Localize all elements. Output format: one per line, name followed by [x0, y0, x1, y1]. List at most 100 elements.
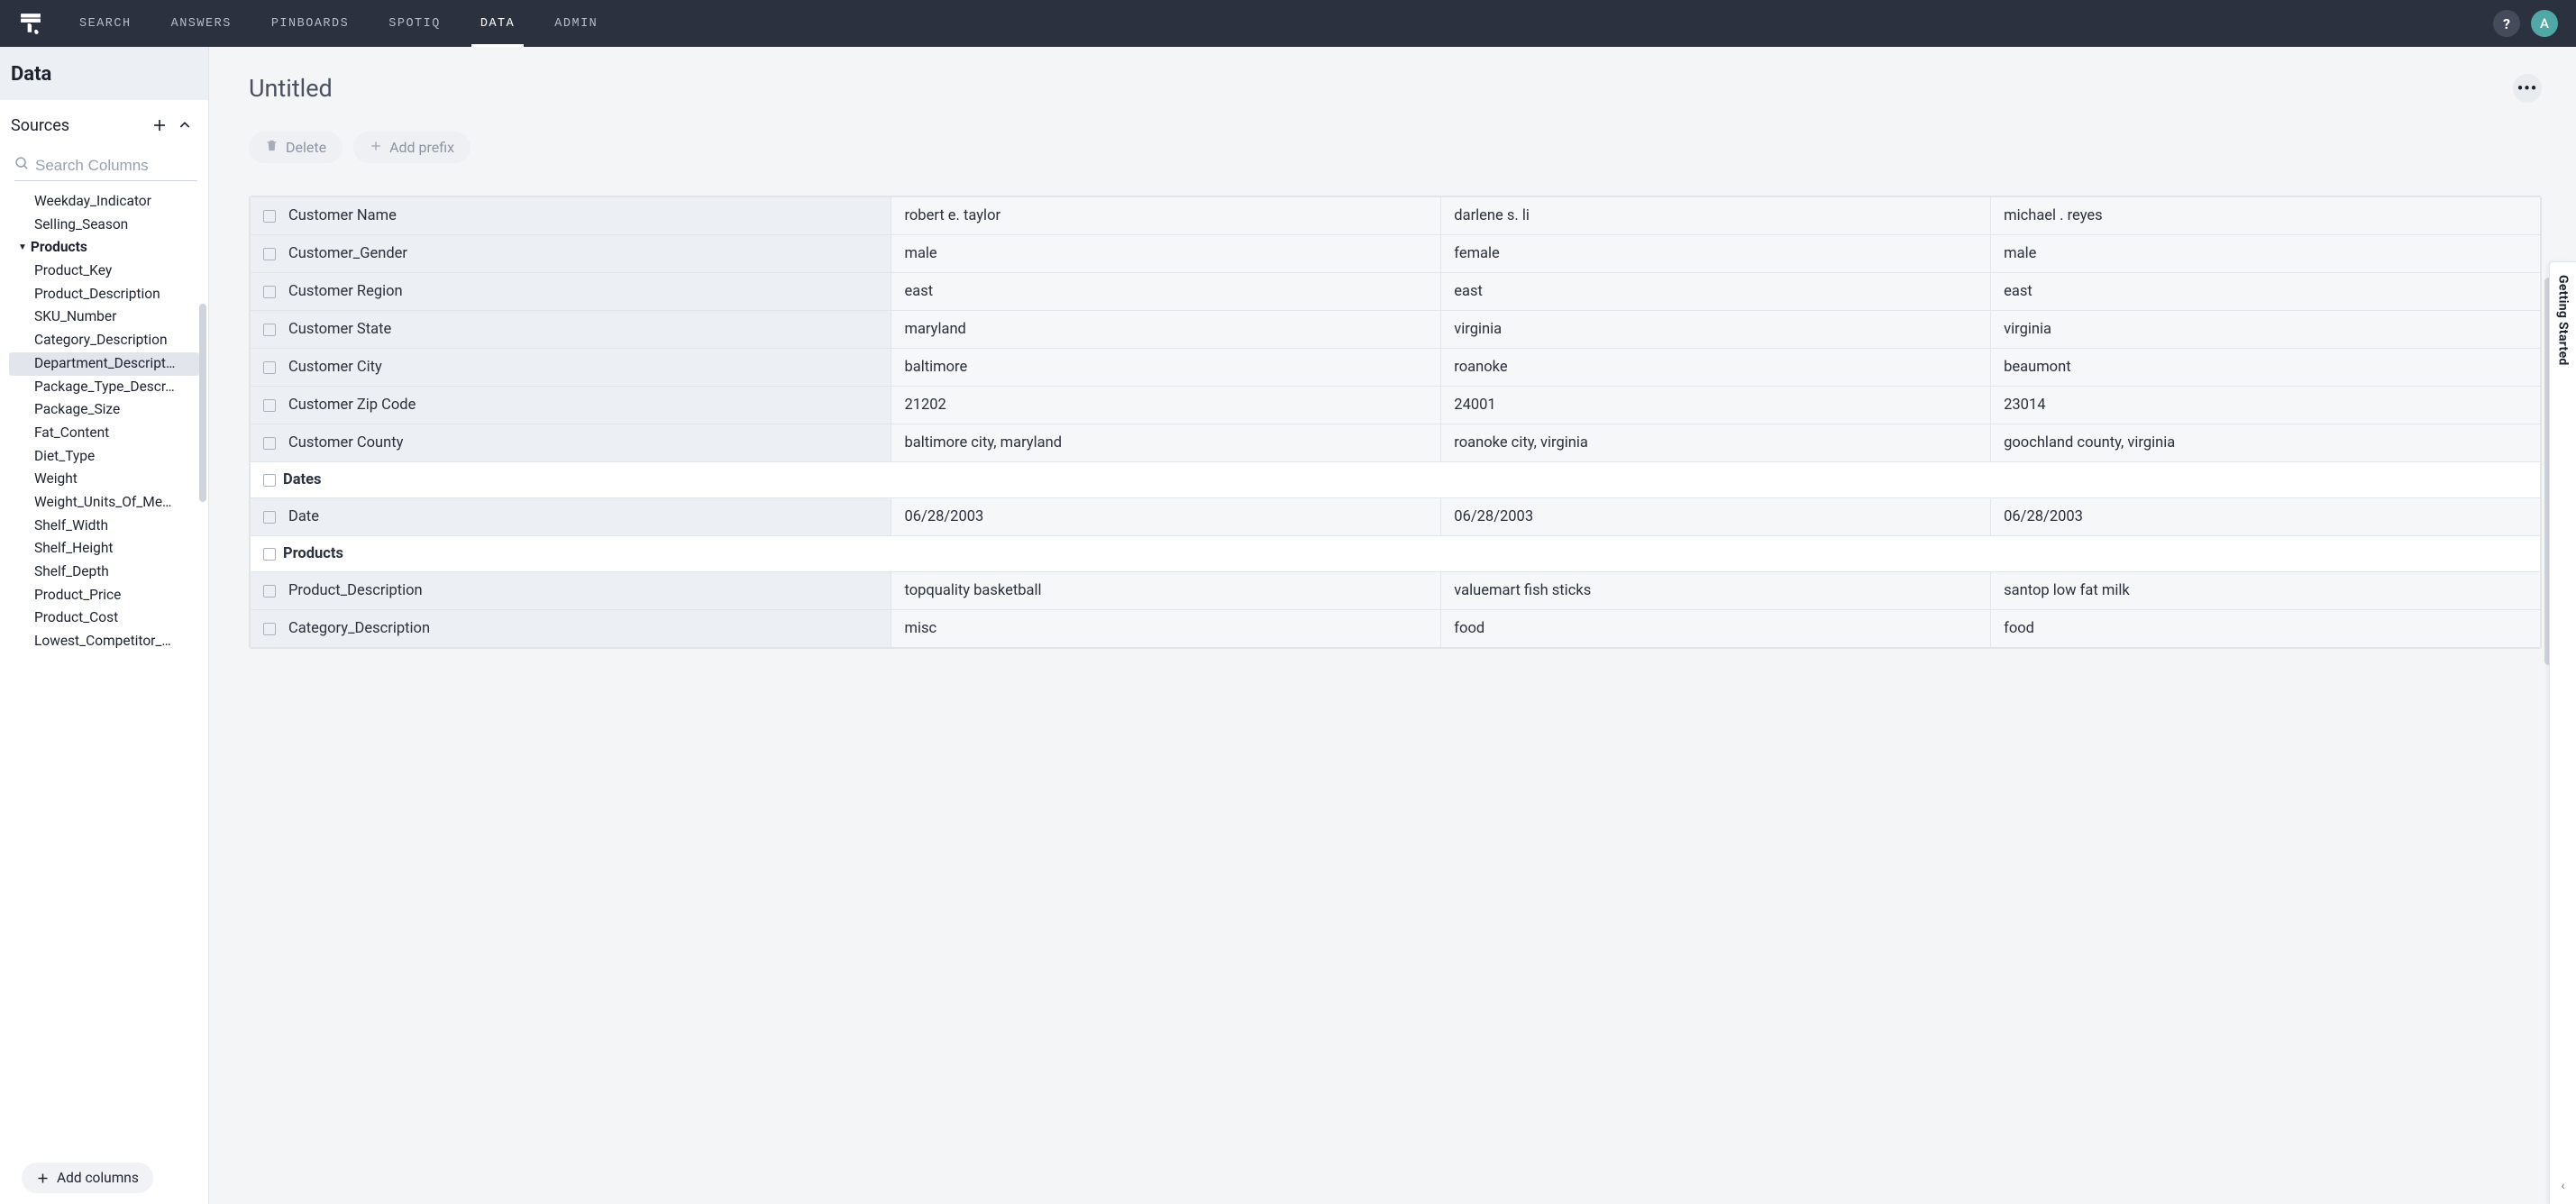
data-cell: michael . reyes — [1991, 197, 2541, 235]
checkbox[interactable] — [263, 286, 276, 298]
checkbox[interactable] — [263, 474, 276, 487]
tree-item[interactable]: Shelf_Height — [0, 537, 208, 561]
tree-item[interactable]: SKU_Number — [0, 306, 208, 329]
add-prefix-button[interactable]: Add prefix — [353, 132, 470, 163]
search-icon — [14, 156, 30, 175]
nav-item-data[interactable]: DATA — [480, 0, 515, 47]
caret-down-icon: ▼ — [18, 242, 27, 254]
collapse-sources-button[interactable] — [172, 113, 197, 138]
data-cell: east — [1991, 273, 2541, 311]
data-cell: valuemart fish sticks — [1441, 572, 1991, 610]
tree-item[interactable]: Package_Size — [0, 398, 208, 422]
tree-item[interactable]: Selling_Season — [0, 214, 208, 237]
data-cell: virginia — [1441, 311, 1991, 349]
nav-item-answers[interactable]: ANSWERS — [171, 0, 232, 47]
row-label-cell[interactable]: Customer_Gender — [251, 235, 891, 273]
table-row: Customer Countybaltimore city, marylandr… — [251, 424, 2541, 462]
more-options-button[interactable]: ••• — [2513, 74, 2542, 103]
tree-item[interactable]: Weight — [0, 468, 208, 491]
add-source-button[interactable] — [147, 113, 172, 138]
add-prefix-label: Add prefix — [389, 139, 454, 156]
page-title[interactable]: Untitled — [249, 74, 2513, 103]
data-cell: female — [1441, 235, 1991, 273]
row-label-cell[interactable]: Product_Description — [251, 572, 891, 610]
tree-group-products[interactable]: ▼Products — [0, 236, 208, 260]
row-label-cell[interactable]: Customer State — [251, 311, 891, 349]
nav-item-search[interactable]: SEARCH — [79, 0, 132, 47]
row-label-cell[interactable]: Category_Description — [251, 610, 891, 648]
data-cell: 06/28/2003 — [1991, 498, 2541, 536]
data-cell: 23014 — [1991, 387, 2541, 424]
sidebar-scrollbar[interactable] — [199, 304, 206, 502]
tree-item[interactable]: Shelf_Depth — [0, 561, 208, 584]
help-button[interactable]: ? — [2493, 10, 2520, 37]
checkbox[interactable] — [263, 548, 276, 561]
trash-icon — [265, 139, 279, 156]
delete-label: Delete — [286, 139, 326, 156]
row-label-cell[interactable]: Customer Name — [251, 197, 891, 235]
checkbox[interactable] — [263, 623, 276, 635]
getting-started-label: Getting Started — [2556, 275, 2571, 366]
chevron-left-icon: ‹ — [2561, 1179, 2564, 1193]
data-cell: male — [891, 235, 1441, 273]
checkbox[interactable] — [263, 511, 276, 524]
checkbox[interactable] — [263, 399, 276, 412]
tree-item[interactable]: Product_Description — [0, 283, 208, 306]
add-columns-button[interactable]: Add columns — [22, 1163, 153, 1193]
checkbox[interactable] — [263, 210, 276, 223]
nav-item-admin[interactable]: ADMIN — [554, 0, 598, 47]
tree-item[interactable]: Fat_Content — [0, 422, 208, 445]
data-cell: roanoke — [1441, 349, 1991, 387]
tree-item[interactable]: Product_Key — [0, 260, 208, 283]
app-logo[interactable] — [18, 11, 43, 36]
add-columns-label: Add columns — [57, 1170, 139, 1186]
checkbox[interactable] — [263, 248, 276, 260]
table-row: Customer Regioneasteasteast — [251, 273, 2541, 311]
tree-item[interactable]: Shelf_Width — [0, 515, 208, 538]
row-label-cell[interactable]: Customer Zip Code — [251, 387, 891, 424]
tree-item[interactable]: Category_Description — [0, 329, 208, 352]
data-cell: east — [1441, 273, 1991, 311]
table-row: Customer Namerobert e. taylordarlene s. … — [251, 197, 2541, 235]
row-label-cell[interactable]: Customer City — [251, 349, 891, 387]
user-avatar[interactable]: A — [2531, 10, 2558, 37]
data-cell: beaumont — [1991, 349, 2541, 387]
nav-item-pinboards[interactable]: PINBOARDS — [271, 0, 349, 47]
checkbox[interactable] — [263, 361, 276, 374]
tree-item[interactable]: Weekday_Indicator — [0, 190, 208, 214]
data-cell: roanoke city, virginia — [1441, 424, 1991, 462]
delete-button[interactable]: Delete — [249, 132, 343, 163]
data-cell: santop low fat milk — [1991, 572, 2541, 610]
row-label-cell[interactable]: Customer Region — [251, 273, 891, 311]
data-cell: maryland — [891, 311, 1441, 349]
tree-item[interactable]: Product_Cost — [0, 607, 208, 630]
column-tree: Weekday_IndicatorSelling_Season▼Products… — [0, 187, 208, 1155]
sources-label: Sources — [11, 116, 147, 135]
table-row: Customer Citybaltimoreroanokebeaumont — [251, 349, 2541, 387]
row-label-cell[interactable]: Customer County — [251, 424, 891, 462]
data-table: Customer Namerobert e. taylordarlene s. … — [249, 196, 2542, 649]
tree-item[interactable]: Package_Type_Descr… — [0, 376, 208, 399]
data-cell: east — [891, 273, 1441, 311]
checkbox[interactable] — [263, 437, 276, 450]
getting-started-panel[interactable]: Getting Started ‹ — [2549, 261, 2576, 1204]
data-cell: male — [1991, 235, 2541, 273]
nav-item-spotiq[interactable]: SPOTIQ — [388, 0, 441, 47]
checkbox[interactable] — [263, 324, 276, 336]
tree-item[interactable]: Diet_Type — [0, 445, 208, 469]
data-cell: goochland county, virginia — [1991, 424, 2541, 462]
tree-item[interactable]: Weight_Units_Of_Me… — [0, 491, 208, 515]
tree-item[interactable]: Lowest_Competitor_… — [0, 630, 208, 653]
row-label-cell[interactable]: Date — [251, 498, 891, 536]
tree-item[interactable]: Product_Price — [0, 584, 208, 607]
data-cell: food — [1441, 610, 1991, 648]
top-nav: SEARCHANSWERSPINBOARDSSPOTIQDATAADMIN ? … — [0, 0, 2576, 47]
checkbox[interactable] — [263, 585, 276, 597]
section-header[interactable]: Dates — [251, 462, 2541, 498]
search-columns-input[interactable] — [35, 157, 197, 175]
section-header[interactable]: Products — [251, 536, 2541, 572]
table-row: Product_Descriptiontopquality basketball… — [251, 572, 2541, 610]
sidebar-header: Data — [0, 47, 208, 100]
data-cell: virginia — [1991, 311, 2541, 349]
tree-item[interactable]: Department_Descript… — [9, 352, 199, 376]
